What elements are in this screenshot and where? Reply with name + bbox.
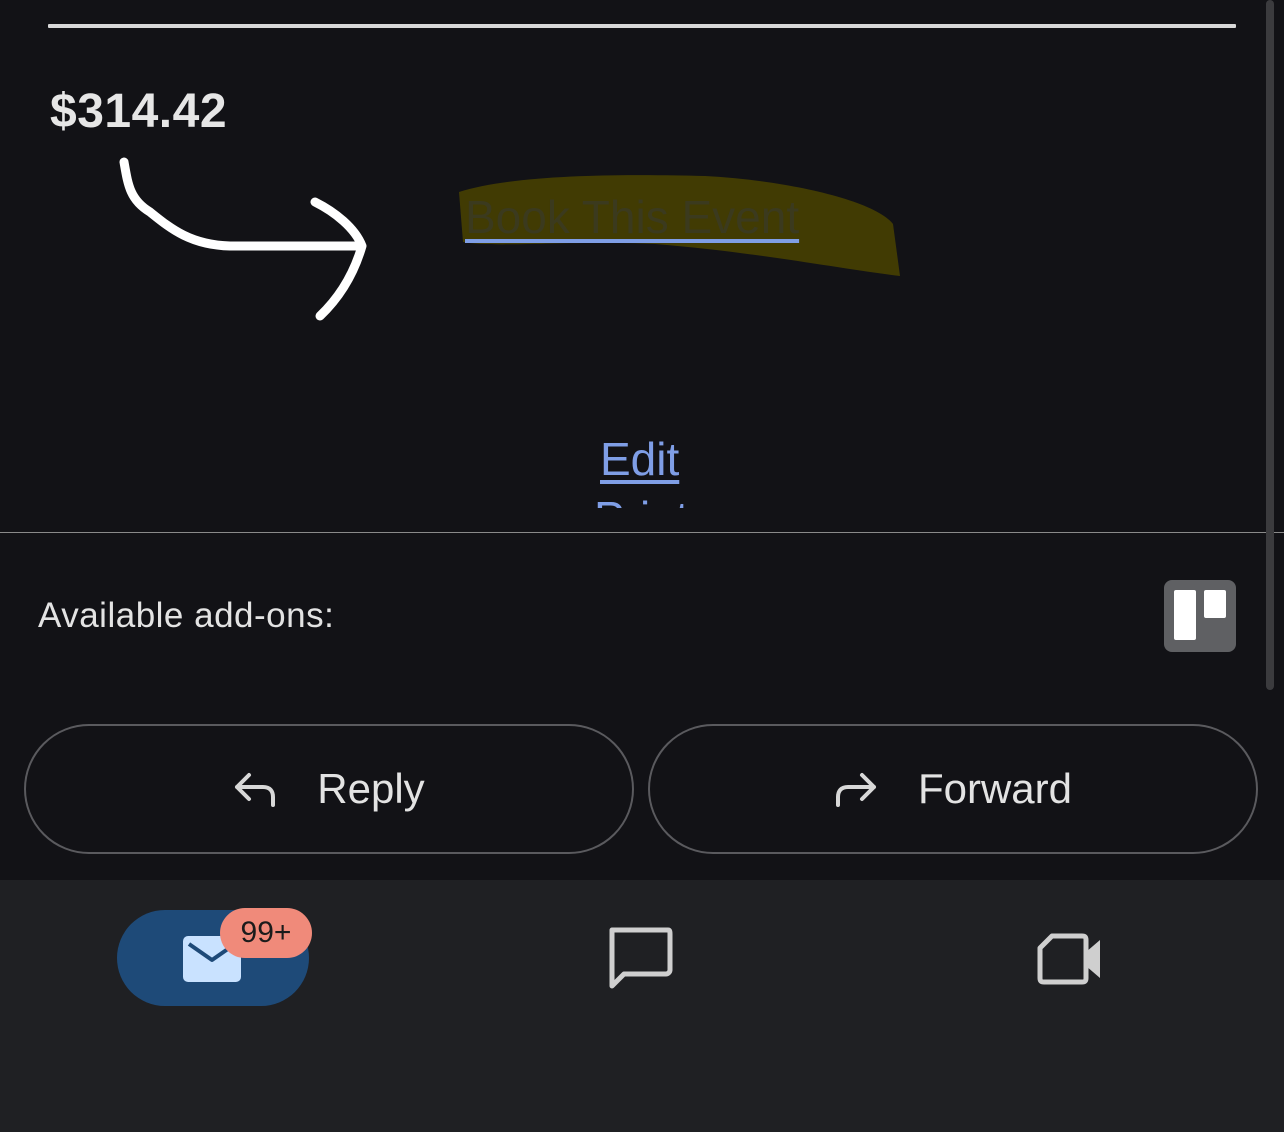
unread-count-badge: 99+ [220, 908, 312, 958]
hand-drawn-arrow-annotation [119, 157, 367, 321]
email-body: $314.42 Book This Event Edit Print [0, 0, 1284, 532]
edit-link[interactable]: Edit [600, 432, 679, 486]
scrollbar[interactable] [1266, 0, 1274, 690]
forward-button[interactable]: Forward [648, 724, 1258, 854]
section-divider [0, 532, 1284, 533]
bottom-navigation-bar: 99+ [0, 880, 1284, 1132]
meet-video-icon[interactable] [1036, 932, 1104, 986]
addons-label: Available add-ons: [38, 596, 335, 635]
trello-icon[interactable] [1164, 580, 1236, 652]
price-total: $314.42 [50, 85, 228, 138]
chat-icon[interactable] [606, 926, 674, 990]
reply-label: Reply [317, 765, 425, 812]
forward-arrow-icon [835, 773, 876, 807]
horizontal-rule [48, 24, 1236, 28]
book-this-event-link[interactable]: Book This Event [465, 190, 799, 244]
reply-arrow-icon [235, 773, 276, 807]
print-link[interactable]: Print [594, 492, 689, 508]
forward-label: Forward [917, 765, 1073, 812]
reply-button[interactable]: Reply [24, 724, 634, 854]
